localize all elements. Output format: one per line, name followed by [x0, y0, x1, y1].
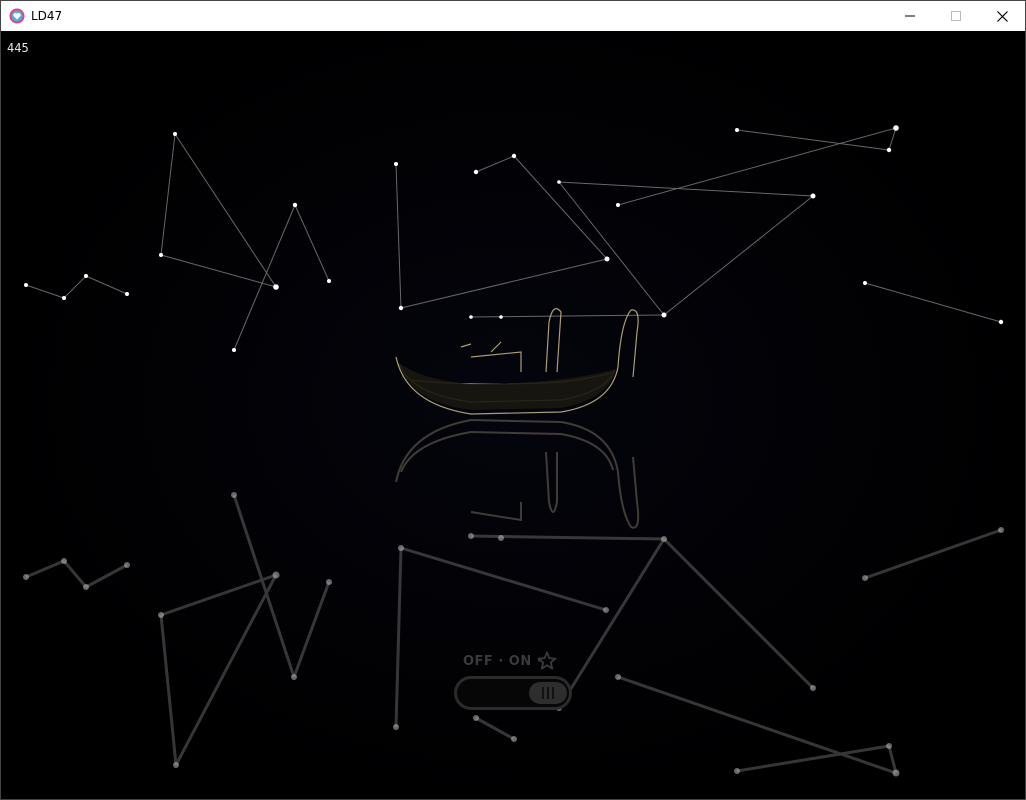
maximize-icon [951, 11, 961, 21]
stars [24, 125, 1004, 352]
star-icon [537, 651, 557, 670]
close-button[interactable] [979, 1, 1025, 31]
toggle-knob[interactable] [529, 682, 567, 704]
minimize-button[interactable] [887, 1, 933, 31]
music-toggle[interactable]: OFF · ON · [453, 651, 577, 714]
reflected-stars [23, 492, 1004, 777]
boat-hull [398, 362, 616, 410]
heart-app-icon [9, 8, 25, 24]
toggle-track[interactable] [454, 676, 572, 710]
close-icon [996, 10, 1008, 22]
knob-grip-line [542, 687, 544, 699]
reflection [25, 494, 1002, 775]
boat-reflection [395, 418, 640, 529]
frame-counter: 445 [7, 41, 29, 55]
toggle-label: OFF · ON · [463, 654, 543, 669]
constellations [25, 127, 1002, 351]
minimize-icon [905, 15, 915, 17]
window-controls [887, 1, 1025, 31]
title-bar[interactable]: LD47 [1, 1, 1025, 31]
knob-grip-line [552, 687, 554, 699]
knob-grip-line [547, 687, 549, 699]
maximize-button[interactable] [933, 1, 979, 31]
game-window: LD47 445 OFF · ON · [0, 0, 1026, 800]
window-title: LD47 [31, 9, 63, 23]
game-canvas[interactable]: 445 OFF · ON · [1, 32, 1025, 799]
